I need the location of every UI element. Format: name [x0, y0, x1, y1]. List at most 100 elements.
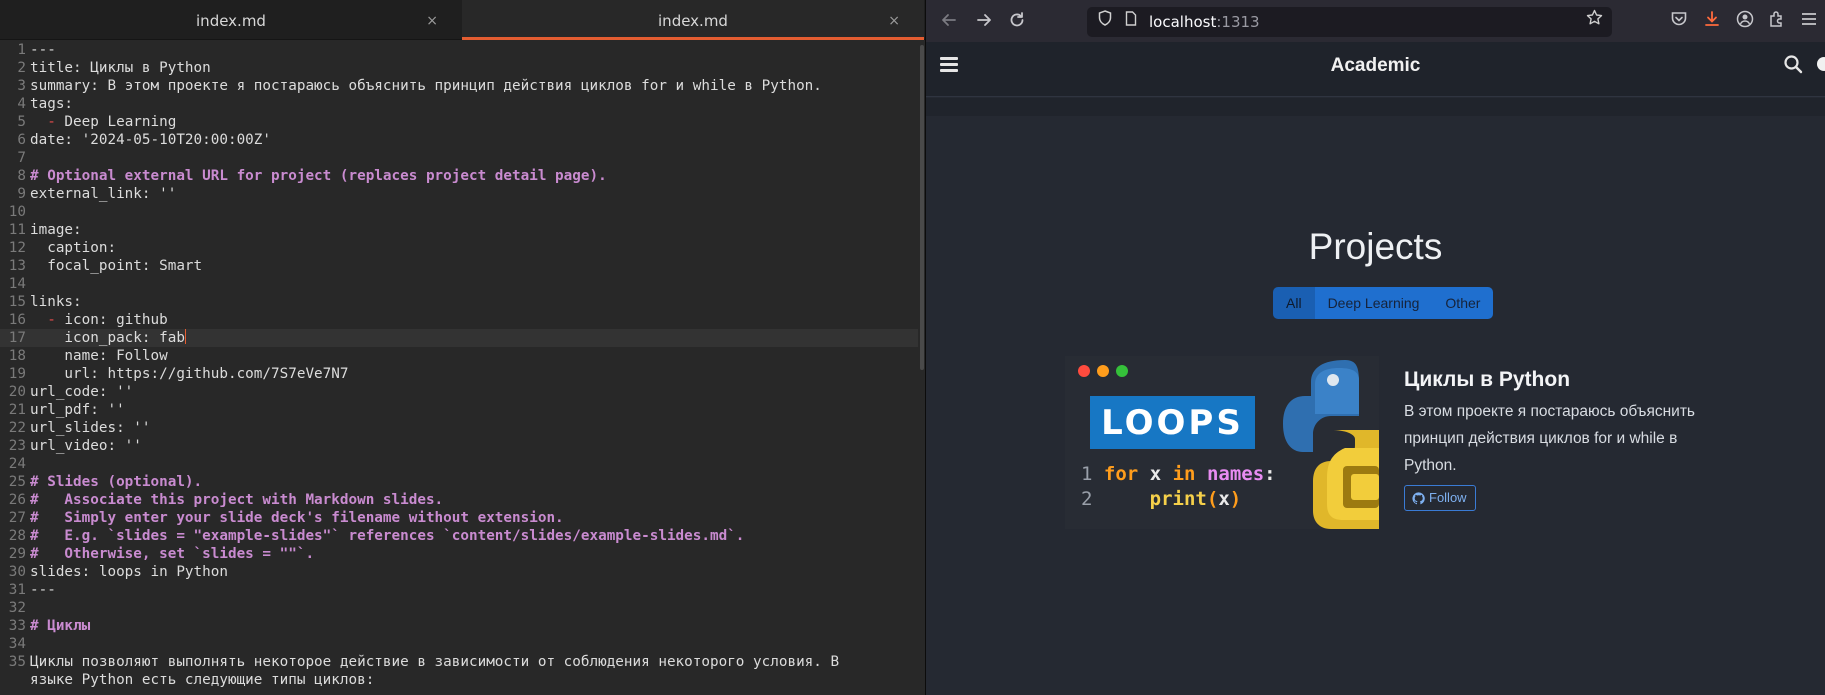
- code-line[interactable]: 28 # E.g. `slides = "example-slides"` ref…: [0, 527, 918, 545]
- line-text: - icon: github: [47, 312, 168, 328]
- code-line[interactable]: 20 url_code: '': [0, 383, 918, 401]
- code-line[interactable]: 19 url: https://github.com/7S7eVe7N7: [0, 365, 918, 383]
- line-text: языке Python есть следующие типы циклов:: [30, 672, 375, 688]
- line-number: 22: [8, 420, 26, 436]
- close-icon[interactable]: ×: [426, 0, 438, 42]
- site-title[interactable]: Academic: [926, 42, 1825, 90]
- code-line[interactable]: 3 summary: В этом проекте я постараюсь об…: [0, 77, 918, 95]
- code-line[interactable]: 6 date: '2024-05-10T20:00:00Z': [0, 131, 918, 149]
- code-line[interactable]: 30 slides: loops in Python: [0, 563, 918, 581]
- code-line[interactable]: 4 tags:: [0, 95, 918, 113]
- code-line[interactable]: 34: [0, 635, 918, 653]
- line-number: 29: [8, 546, 26, 562]
- line-number: 35: [8, 654, 26, 670]
- line-number: 32: [8, 600, 26, 616]
- url-text: localhost:1313: [1149, 7, 1260, 37]
- code-line[interactable]: 33 # Циклы: [0, 617, 918, 635]
- line-number: 9: [17, 186, 26, 202]
- project-title[interactable]: Циклы в Python: [1404, 368, 1570, 392]
- code-line[interactable]: 11 image:: [0, 221, 918, 239]
- code-line[interactable]: 14: [0, 275, 918, 293]
- editor-tab-index-md-1[interactable]: index.md ×: [0, 0, 462, 40]
- code-line[interactable]: 23 url_video: '': [0, 437, 918, 455]
- pocket-icon[interactable]: [1668, 10, 1690, 32]
- line-number: 4: [17, 96, 26, 112]
- line-text: slides: loops in Python: [30, 564, 228, 580]
- code-line[interactable]: 24: [0, 455, 918, 473]
- code-line[interactable]: языке Python есть следующие типы циклов:: [0, 671, 918, 689]
- line-number: 14: [8, 276, 26, 292]
- menu-icon[interactable]: [1798, 10, 1820, 32]
- line-text: focal_point: Smart: [30, 258, 203, 274]
- url-bar[interactable]: localhost:1313: [1087, 7, 1612, 37]
- window-dot-green: [1116, 365, 1128, 377]
- account-icon[interactable]: [1734, 10, 1756, 32]
- filter-other-button[interactable]: Other: [1432, 287, 1494, 319]
- code-line[interactable]: 13 focal_point: Smart: [0, 257, 918, 275]
- search-icon[interactable]: [1783, 54, 1805, 76]
- code-line[interactable]: 18 name: Follow: [0, 347, 918, 365]
- follow-button[interactable]: Follow: [1404, 485, 1476, 511]
- filter-deep-learning-button[interactable]: Deep Learning: [1314, 287, 1433, 319]
- code-line[interactable]: 9 external_link: '': [0, 185, 918, 203]
- python-logo-icon: [1283, 360, 1379, 529]
- code-line[interactable]: 21 url_pdf: '': [0, 401, 918, 419]
- shield-icon[interactable]: [1095, 7, 1115, 37]
- extensions-icon[interactable]: [1766, 10, 1788, 32]
- code-line[interactable]: 27 # Simply enter your slide deck's filen…: [0, 509, 918, 527]
- code-line[interactable]: 29 # Otherwise, set `slides = ""`.: [0, 545, 918, 563]
- code-line[interactable]: 35 Циклы позволяют выполнять некоторое де…: [0, 653, 918, 671]
- line-number: 10: [8, 204, 26, 220]
- code-line[interactable]: 15 links:: [0, 293, 918, 311]
- project-thumbnail[interactable]: LOOPS 1 for x in names: 2 print(x): [1065, 356, 1379, 529]
- line-number: 18: [8, 348, 26, 364]
- close-icon[interactable]: ×: [888, 0, 900, 42]
- line-text: url_slides: '': [30, 420, 151, 436]
- code-line[interactable]: 8 # Optional external URL for project (re…: [0, 167, 918, 185]
- window-dot-orange: [1097, 365, 1109, 377]
- project-card: LOOPS 1 for x in names: 2 print(x) Циклы…: [1065, 356, 1725, 529]
- bookmark-star-icon[interactable]: [1584, 7, 1604, 37]
- code-line[interactable]: 7: [0, 149, 918, 167]
- line-text: url_video: '': [30, 438, 142, 454]
- code-text-area[interactable]: 1 --- 2 title: Циклы в Python 3 summary: В эт…: [0, 41, 918, 695]
- line-text: tags:: [30, 96, 74, 112]
- url-host: localhost: [1149, 13, 1217, 31]
- line-text: date: '2024-05-10T20:00:00Z': [30, 132, 272, 148]
- download-icon[interactable]: [1701, 10, 1723, 32]
- forward-arrow-icon[interactable]: [973, 10, 995, 32]
- code-line[interactable]: 10: [0, 203, 918, 221]
- line-number: 23: [8, 438, 26, 454]
- code-line[interactable]: 31 ---: [0, 581, 918, 599]
- line-number: 12: [8, 240, 26, 256]
- editor-tab-index-md-2[interactable]: index.md ×: [462, 0, 924, 40]
- page-icon[interactable]: [1121, 7, 1141, 37]
- line-number: 13: [8, 258, 26, 274]
- line-text: image:: [30, 222, 82, 238]
- code-line[interactable]: 5 - Deep Learning: [0, 113, 918, 131]
- line-number: 26: [8, 492, 26, 508]
- line-number: 28: [8, 528, 26, 544]
- line-text: links:: [30, 294, 82, 310]
- code-line[interactable]: 25 # Slides (optional).: [0, 473, 918, 491]
- line-number: 20: [8, 384, 26, 400]
- editor-scrollbar[interactable]: [920, 45, 924, 370]
- code-line[interactable]: 16 - icon: github: [0, 311, 918, 329]
- thumbnail-code-line-2: 2 print(x): [1081, 488, 1242, 510]
- code-line[interactable]: 1 ---: [0, 41, 918, 59]
- code-line[interactable]: 2 title: Циклы в Python: [0, 59, 918, 77]
- content-strip: [926, 98, 1825, 116]
- back-arrow-icon[interactable]: [938, 10, 960, 32]
- line-number: 11: [8, 222, 26, 238]
- line-text: caption:: [30, 240, 117, 256]
- code-line[interactable]: 17 icon_pack: fab: [0, 329, 918, 347]
- line-text: # E.g. `slides = "example-slides"` refer…: [30, 528, 745, 544]
- code-line[interactable]: 12 caption:: [0, 239, 918, 257]
- theme-toggle-icon[interactable]: [1817, 57, 1825, 71]
- code-line[interactable]: 32: [0, 599, 918, 617]
- reload-icon[interactable]: [1006, 10, 1028, 32]
- filter-all-button[interactable]: All: [1273, 287, 1315, 319]
- text-editor-pane: index.md × index.md × 1 --- 2 title: Циклы …: [0, 0, 925, 695]
- code-line[interactable]: 22 url_slides: '': [0, 419, 918, 437]
- code-line[interactable]: 26 # Associate this project with Markdown…: [0, 491, 918, 509]
